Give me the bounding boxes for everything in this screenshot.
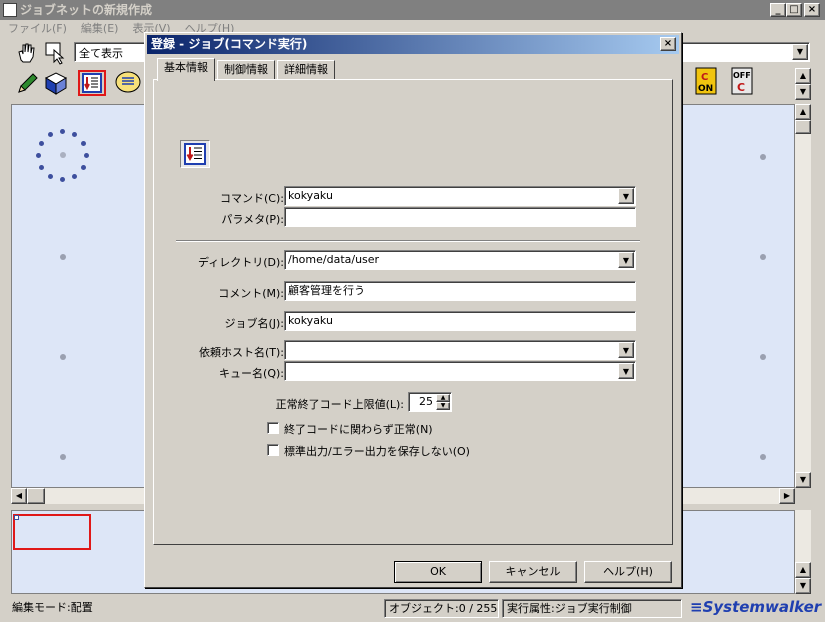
toolbar-scroll-down[interactable]: ▼ [795,84,811,100]
spin-up-icon[interactable]: ▲ [436,394,450,402]
scroll-left-button[interactable]: ◀ [11,488,27,504]
exit-code-limit-label: 正常終了コード上限値(L): [275,398,404,411]
chevron-down-icon[interactable]: ▼ [792,44,808,60]
exit-code-limit-spinner[interactable]: 25 ▲ ▼ [408,392,452,412]
chevron-down-icon[interactable]: ▼ [618,188,634,204]
select-icon[interactable] [42,40,70,66]
svg-text:ON: ON [698,84,713,94]
menu-file[interactable]: ファイル(F) [8,22,67,35]
view-combo-value: 全て表示 [79,47,123,60]
ignore-exit-code-checkbox[interactable] [267,422,279,434]
command-label: コマンド(C): [220,192,284,205]
grid-dot [760,254,766,260]
brand-text: Systemwalker [702,598,822,616]
c-on-icon[interactable]: C ON [694,66,722,95]
main-window-title-text: ジョブネットの新規作成 [20,3,153,17]
basic-info-panel: コマンド(C): kokyaku ▼ パラメタ(P): ディレクトリ(D): /… [153,79,673,545]
scroll-up-button[interactable]: ▲ [795,104,811,120]
tab-control-info[interactable]: 制御情報 [217,60,275,80]
parameter-input[interactable] [284,207,636,227]
hand-icon[interactable] [14,40,42,66]
grid-dot [60,354,66,360]
svg-text:OFF: OFF [733,71,751,80]
command-job-icon [180,140,210,168]
cancel-button[interactable]: キャンセル [489,561,577,583]
directory-value: /home/data/user [288,253,380,266]
status-exec-attribute: 実行属性:ジョブ実行制御 [502,599,682,618]
message-job-tool-icon[interactable] [114,70,142,96]
directory-label: ディレクトリ(D): [198,256,284,269]
queue-name-combo[interactable]: ▼ [284,361,636,381]
main-window-title: ジョブネットの新規作成 _ □ × [0,0,825,20]
no-save-output-checkbox[interactable] [267,444,279,456]
status-bar: 編集モード:配置 オブジェクト:0 / 255 実行属性:ジョブ実行制御 ≡Sy… [0,598,825,622]
no-save-output-label[interactable]: 標準出力/エラー出力を保存しない(O) [284,443,470,459]
scroll-right-button[interactable]: ▶ [779,488,795,504]
scroll-thumb[interactable] [27,488,45,504]
minimize-button[interactable]: _ [770,3,786,17]
command-combo[interactable]: kokyaku ▼ [284,186,636,206]
status-mode: 編集モード:配置 [12,601,93,614]
dialog-title: 登録 - ジョブ(コマンド実行) [151,37,308,51]
comment-input[interactable]: 顧客管理を行う [284,281,636,301]
grid-dot [60,254,66,260]
command-job-tool-icon[interactable] [78,70,106,96]
ok-button[interactable]: OK [394,561,482,583]
job-name-label: ジョブ名(J): [224,317,284,330]
overview-vertical-scrollbar[interactable]: ▲ ▼ [795,510,811,594]
comment-label: コメント(M): [218,287,284,300]
grid-dot [760,354,766,360]
wait-ring-icon [36,127,92,183]
job-register-dialog: 登録 - ジョブ(コマンド実行) × 基本情報 制御情報 詳細情報 コマンド(C… [144,32,682,588]
queue-name-label: キュー名(Q): [219,367,284,380]
command-value: kokyaku [288,189,333,202]
scroll-down-button[interactable]: ▼ [795,472,811,488]
book-icon[interactable] [42,70,70,96]
spin-down-icon[interactable]: ▼ [436,402,450,410]
menu-edit[interactable]: 編集(E) [81,22,119,35]
canvas-vertical-scrollbar[interactable]: ▲ ▼ [795,104,811,488]
scroll-thumb[interactable] [795,120,811,134]
parameter-label: パラメタ(P): [221,213,284,226]
toolbar-scroll-up[interactable]: ▲ [795,68,811,84]
job-name-input[interactable]: kokyaku [284,311,636,331]
chevron-down-icon[interactable]: ▼ [618,363,634,379]
logo-mark-icon: ≡ [690,598,703,616]
ignore-exit-code-label[interactable]: 終了コードに関わらず正常(N) [284,421,433,437]
dialog-title-bar: 登録 - ジョブ(コマンド実行) × [147,35,679,54]
pencil-icon[interactable] [14,70,42,96]
app-icon [3,3,17,17]
svg-text:C: C [701,72,708,83]
off-c-icon[interactable]: OFF C [730,66,758,95]
separator [176,240,640,242]
dialog-close-button[interactable]: × [660,37,676,51]
close-button[interactable]: × [804,3,820,17]
chevron-down-icon[interactable]: ▼ [618,252,634,268]
maximize-button[interactable]: □ [786,3,802,17]
overview-viewport[interactable] [13,514,91,550]
scroll-down-button[interactable]: ▼ [795,578,811,594]
chevron-down-icon[interactable]: ▼ [618,342,634,358]
tab-detail-info[interactable]: 詳細情報 [277,60,335,80]
help-button[interactable]: ヘルプ(H) [584,561,672,583]
host-name-combo[interactable]: ▼ [284,340,636,360]
svg-text:C: C [737,81,745,94]
tab-basic-info[interactable]: 基本情報 [157,58,215,81]
grid-dot [760,454,766,460]
scroll-up-button[interactable]: ▲ [795,562,811,578]
status-object-count: オブジェクト:0 / 255 [384,599,499,618]
directory-combo[interactable]: /home/data/user ▼ [284,250,636,270]
grid-dot [760,154,766,160]
grid-dot [60,454,66,460]
exit-code-limit-value: 25 [419,395,433,408]
systemwalker-logo: ≡Systemwalker [686,599,822,618]
host-name-label: 依頼ホスト名(T): [198,346,284,359]
